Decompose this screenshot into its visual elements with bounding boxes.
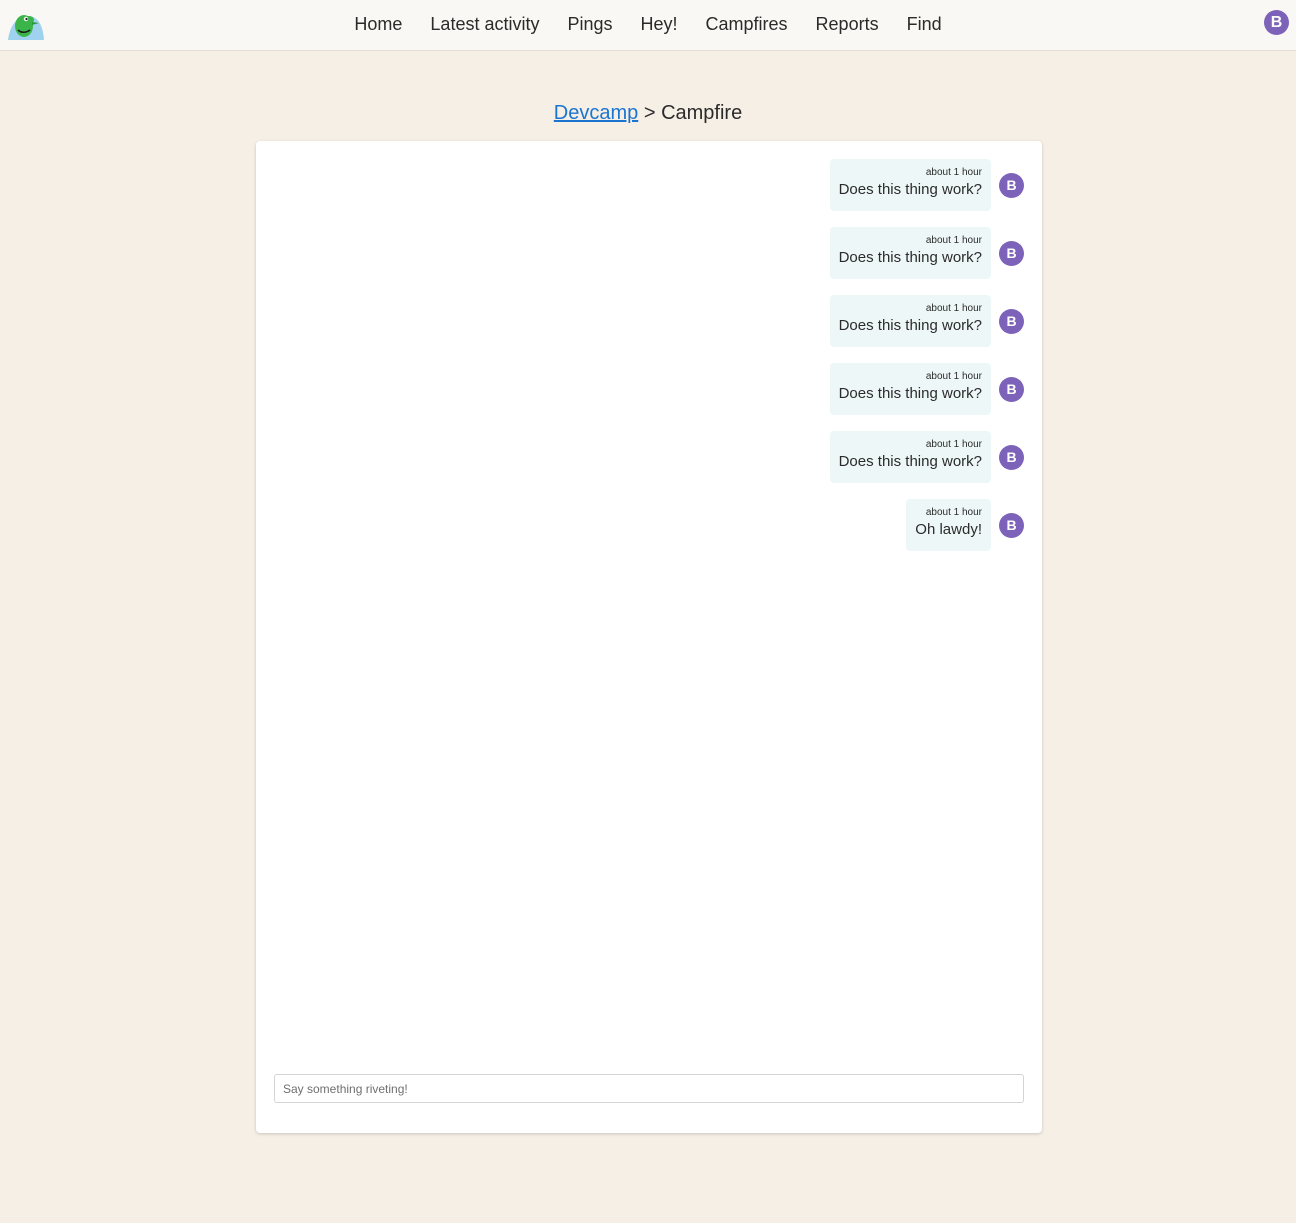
user-avatar[interactable]: B — [1264, 10, 1289, 35]
message-row: about 1 hour Does this thing work? B — [829, 363, 1024, 415]
nav-pings[interactable]: Pings — [553, 14, 626, 35]
message-bubble: about 1 hour Does this thing work? — [829, 159, 991, 211]
message-bubble: about 1 hour Does this thing work? — [829, 295, 991, 347]
message-bubble: about 1 hour Oh lawdy! — [906, 499, 991, 551]
nav-latest-activity[interactable]: Latest activity — [416, 14, 553, 35]
breadcrumb: Devcamp > Campfire — [0, 102, 1296, 125]
message-bubble: about 1 hour Does this thing work? — [829, 363, 991, 415]
message-bubble: about 1 hour Does this thing work? — [829, 431, 991, 483]
nav-find[interactable]: Find — [893, 14, 956, 35]
message-timestamp: about 1 hour — [925, 507, 982, 518]
message-text: Oh lawdy! — [915, 521, 982, 538]
message-list: about 1 hour Does this thing work? B abo… — [324, 159, 1024, 567]
message-avatar[interactable]: B — [999, 172, 1024, 198]
message-timestamp: about 1 hour — [925, 167, 982, 178]
message-row: about 1 hour Oh lawdy! B — [906, 499, 1024, 551]
nav-home[interactable]: Home — [340, 14, 416, 35]
message-text: Does this thing work? — [838, 317, 982, 334]
message-text: Does this thing work? — [838, 453, 982, 470]
message-row: about 1 hour Does this thing work? B — [829, 431, 1024, 483]
message-row: about 1 hour Does this thing work? B — [829, 295, 1024, 347]
main-nav: Home Latest activity Pings Hey! Campfire… — [0, 0, 1296, 48]
message-timestamp: about 1 hour — [925, 303, 982, 314]
nav-reports[interactable]: Reports — [802, 14, 893, 35]
nav-campfires[interactable]: Campfires — [692, 14, 802, 35]
message-timestamp: about 1 hour — [925, 439, 982, 450]
message-avatar[interactable]: B — [999, 512, 1024, 538]
message-row: about 1 hour Does this thing work? B — [829, 159, 1024, 211]
top-navigation-bar: Home Latest activity Pings Hey! Campfire… — [0, 0, 1296, 51]
message-input[interactable] — [274, 1074, 1024, 1103]
message-bubble: about 1 hour Does this thing work? — [829, 227, 991, 279]
message-text: Does this thing work? — [838, 385, 982, 402]
breadcrumb-current: Campfire — [661, 102, 743, 124]
message-timestamp: about 1 hour — [925, 371, 982, 382]
message-text: Does this thing work? — [838, 249, 982, 266]
message-text: Does this thing work? — [838, 181, 982, 198]
breadcrumb-project-link[interactable]: Devcamp — [554, 102, 638, 124]
message-avatar[interactable]: B — [999, 308, 1024, 334]
campfire-panel: about 1 hour Does this thing work? B abo… — [256, 141, 1042, 1133]
message-avatar[interactable]: B — [999, 444, 1024, 470]
nav-hey[interactable]: Hey! — [627, 14, 692, 35]
message-row: about 1 hour Does this thing work? B — [829, 227, 1024, 279]
message-avatar[interactable]: B — [999, 376, 1024, 402]
breadcrumb-separator: > — [643, 102, 656, 124]
message-timestamp: about 1 hour — [925, 235, 982, 246]
message-avatar[interactable]: B — [999, 240, 1024, 266]
